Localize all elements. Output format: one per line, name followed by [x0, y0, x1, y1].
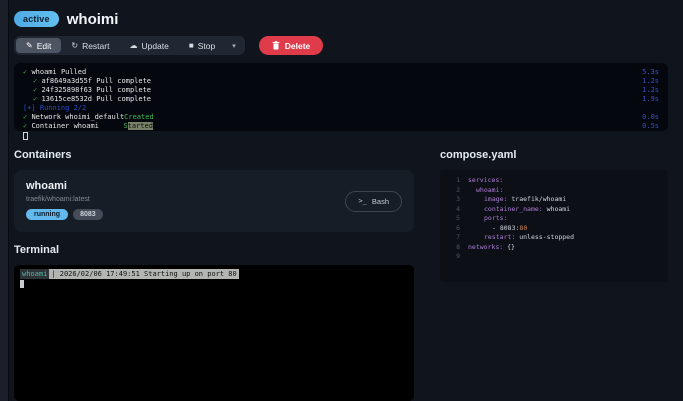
terminal-cursor: [20, 280, 24, 288]
delete-button-label: Delete: [284, 40, 311, 51]
line-number: 2: [456, 185, 460, 194]
container-name: whoami: [26, 180, 67, 192]
update-button[interactable]: ☁ Update: [119, 38, 178, 53]
line-number: 7: [456, 233, 460, 241]
stop-icon: ■: [188, 40, 194, 50]
code-line: 5 ports:: [448, 214, 660, 224]
log-line: ✓ 13615ce8532d Pull complete 1.9s: [33, 95, 659, 103]
log-line: ✓ Container whoami Started 0.5s: [23, 122, 659, 130]
running-status-badge: running: [26, 209, 69, 220]
containers-heading: Containers: [14, 149, 72, 161]
stack-toolbar: ✎ Edit ↻ Restart ☁ Update ■ Stop ▾ Delet…: [14, 36, 668, 55]
restart-button-label: Restart: [82, 40, 110, 51]
code-line: 8 networks: {}: [448, 243, 660, 253]
container-card: whoami traefik/whoami:latest running 808…: [14, 170, 414, 232]
cloud-download-icon: ☁: [129, 40, 138, 50]
code-line: 3 image: traefik/whoami: [448, 195, 660, 205]
compose-heading: compose.yaml: [440, 149, 517, 161]
check-icon: ✓: [33, 95, 38, 103]
log-duration: 0.0s: [642, 113, 659, 121]
terminal-message: | 2026/02/06 17:49:51 Starting up on por…: [49, 269, 239, 279]
terminal-prompt-icon: >_: [358, 197, 367, 205]
terminal-output[interactable]: whoami | 2026/02/06 17:49:51 Starting up …: [14, 265, 414, 401]
terminal-heading: Terminal: [14, 244, 60, 256]
update-button-label: Update: [141, 40, 169, 51]
code-line: 2 whoami:: [448, 186, 660, 196]
stack-page: active whoimi ✎ Edit ↻ Restart ☁ Update …: [14, 8, 668, 401]
pencil-icon: ✎: [26, 40, 33, 50]
delete-button[interactable]: Delete: [258, 36, 324, 55]
check-icon: ✓: [23, 122, 28, 130]
check-icon: ✓: [23, 68, 28, 76]
log-line: ✓ 24f325898f63 Pull complete 1.2s: [33, 86, 659, 94]
log-cursor: [23, 132, 28, 140]
log-duration: 0.5s: [642, 122, 659, 130]
stop-button[interactable]: ■ Stop: [179, 38, 225, 53]
code-line: 7 restart: unless-stopped: [448, 233, 660, 243]
trash-icon: [272, 41, 280, 50]
code-line: 6 - 8083:80: [448, 224, 660, 234]
bash-button[interactable]: >_ Bash: [345, 190, 402, 212]
line-number: 8: [456, 242, 460, 251]
code-line: 1 services:: [448, 176, 660, 186]
check-icon: ✓: [33, 86, 38, 94]
status-started: Started: [123, 122, 153, 130]
log-line: ✓ Network whoimi_defaultCreated 0.0s: [23, 113, 659, 121]
line-number: 3: [456, 195, 460, 203]
check-icon: ✓: [23, 113, 28, 121]
edit-button-label: Edit: [36, 40, 52, 51]
status-badge: active: [14, 11, 59, 27]
bash-button-label: Bash: [371, 196, 389, 206]
log-line: ✓ whoami Pulled 5.3s: [23, 68, 659, 76]
port-badge: 8083: [73, 209, 103, 220]
line-number: 1: [456, 176, 460, 184]
code-line: 4 container_name: whoami: [448, 205, 660, 215]
line-number: 4: [456, 204, 460, 213]
status-created: Created: [124, 113, 154, 121]
check-icon: ✓: [33, 77, 38, 85]
log-line: ✓ af8649a3d55f Pull complete 1.2s: [33, 77, 659, 85]
action-button-group: ✎ Edit ↻ Restart ☁ Update ■ Stop ▾: [14, 36, 245, 55]
restart-icon: ↻: [71, 40, 79, 50]
container-image: traefik/whoami:latest: [26, 196, 90, 203]
log-duration: 1.9s: [642, 95, 659, 103]
selected-text: tarted: [127, 122, 153, 130]
restart-button[interactable]: ↻ Restart: [61, 38, 119, 53]
log-duration: 1.2s: [642, 77, 659, 85]
sidebar-edge: [0, 0, 9, 401]
terminal-service-name: whoami: [20, 269, 50, 279]
stop-dropdown-button[interactable]: ▾: [225, 38, 243, 53]
log-duration: 5.3s: [642, 68, 659, 76]
code-line: 9: [448, 252, 660, 262]
page-title: whoimi: [66, 10, 119, 28]
log-duration: 1.2s: [642, 86, 659, 94]
compose-editor[interactable]: 1 services: 2 whoami: 3 image: traefik/w…: [440, 170, 668, 282]
line-number: 9: [456, 252, 460, 260]
line-number: 6: [456, 223, 460, 232]
log-line: [+] Running 2/2: [23, 104, 87, 112]
line-number: 5: [456, 214, 460, 222]
stop-button-label: Stop: [197, 40, 216, 51]
page-header: active whoimi: [14, 8, 668, 30]
deploy-log-output[interactable]: ✓ whoami Pulled 5.3s ✓ af8649a3d55f Pull…: [14, 63, 668, 140]
terminal-line: whoami | 2026/02/06 17:49:51 Starting up …: [20, 269, 408, 279]
edit-button[interactable]: ✎ Edit: [16, 38, 62, 53]
chevron-down-icon: ▾: [232, 42, 236, 50]
